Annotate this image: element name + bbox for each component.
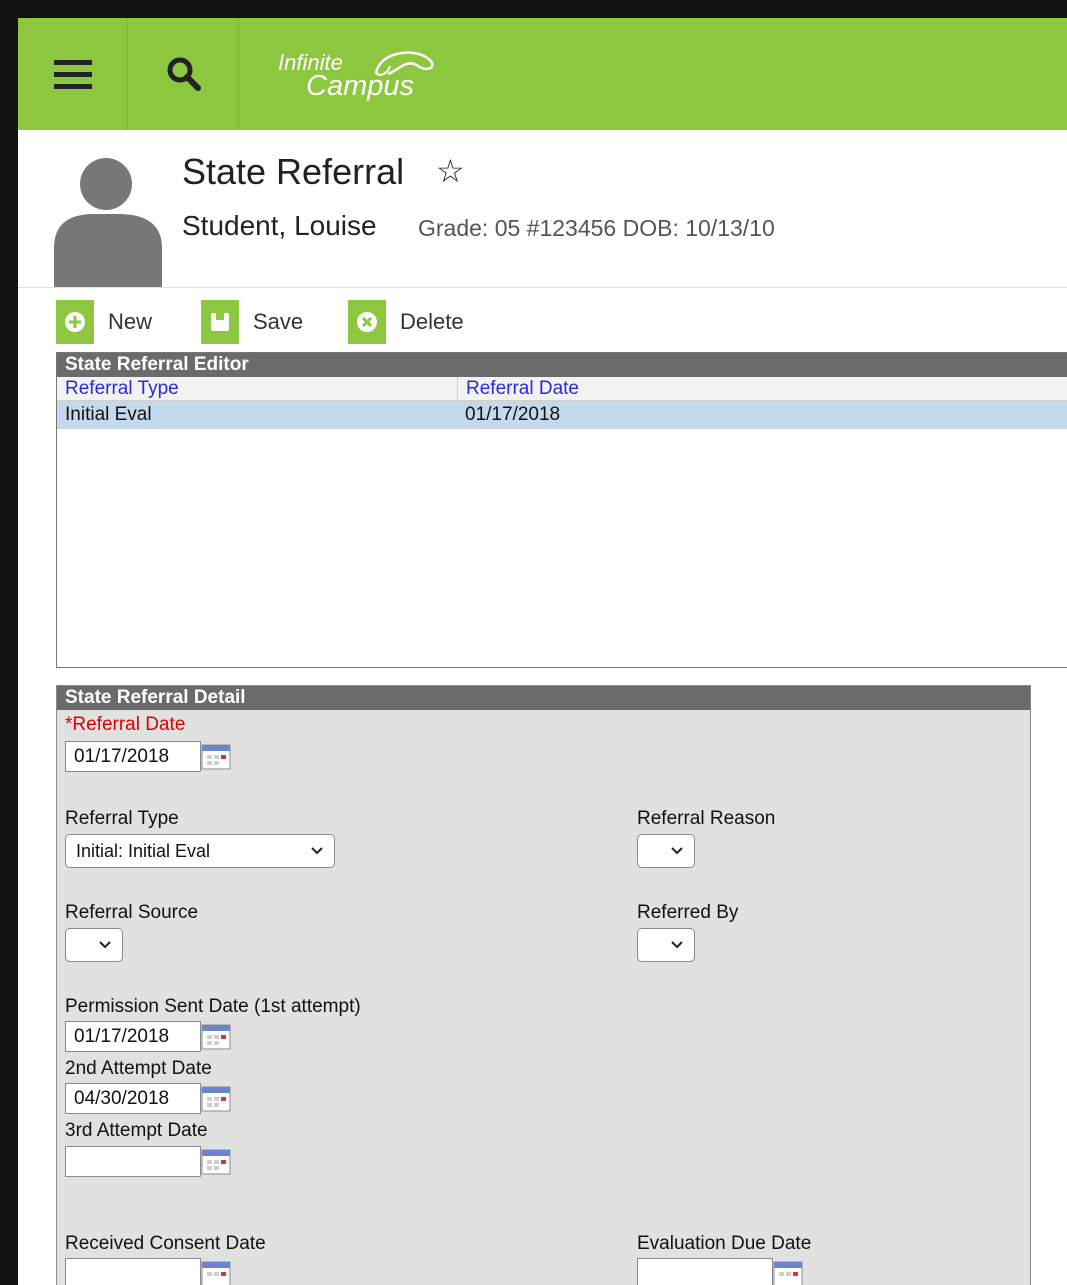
column-referral-type[interactable]: Referral Type <box>65 377 179 401</box>
delete-button[interactable]: Delete <box>348 300 464 344</box>
search-icon <box>167 57 201 91</box>
state-referral-detail: State Referral Detail *Referral Date 01/… <box>56 685 1031 1285</box>
referral-date-label: *Referral Date <box>65 714 186 735</box>
referral-source-select[interactable] <box>65 928 123 962</box>
cell-referral-type: Initial Eval <box>65 404 152 425</box>
top-bar: Infinite Campus <box>18 18 1067 130</box>
referral-type-select[interactable]: Initial: Initial Eval <box>65 834 335 868</box>
search-button[interactable] <box>129 18 239 130</box>
evaluation-due-input[interactable] <box>637 1258 773 1285</box>
state-referral-editor: State Referral Editor Referral Type Refe… <box>56 352 1067 668</box>
chevron-down-icon <box>99 941 111 949</box>
favorite-star-icon[interactable]: ☆ <box>436 152 465 190</box>
referral-reason-label: Referral Reason <box>637 808 776 829</box>
chevron-down-icon <box>311 847 323 855</box>
referral-date-input[interactable]: 01/17/2018 <box>65 741 201 772</box>
logo-swirl-icon <box>374 51 434 76</box>
plus-circle-icon <box>56 300 94 344</box>
second-attempt-label: 2nd Attempt Date <box>65 1058 212 1079</box>
received-consent-input[interactable] <box>65 1258 201 1285</box>
referred-by-label: Referred By <box>637 902 739 923</box>
save-button[interactable]: Save <box>201 300 303 344</box>
calendar-icon[interactable] <box>773 1260 803 1285</box>
student-meta: Grade: 05 #123456 DOB: 10/13/10 <box>418 215 775 241</box>
referred-by-select[interactable] <box>637 928 695 962</box>
third-attempt-input[interactable] <box>65 1146 201 1177</box>
header-divider <box>18 287 1067 288</box>
editor-title: State Referral Editor <box>57 353 1067 377</box>
calendar-icon[interactable] <box>201 1260 231 1285</box>
infinite-campus-logo[interactable]: Infinite Campus <box>278 42 478 112</box>
calendar-icon[interactable] <box>201 1085 231 1113</box>
calendar-icon[interactable] <box>201 743 231 771</box>
permission-sent-label: Permission Sent Date (1st attempt) <box>65 996 361 1017</box>
referral-reason-select[interactable] <box>637 834 695 868</box>
received-consent-label: Received Consent Date <box>65 1233 266 1254</box>
third-attempt-label: 3rd Attempt Date <box>65 1120 208 1141</box>
menu-button[interactable] <box>18 18 128 130</box>
app-frame: Infinite Campus State Referral ☆ Student… <box>18 18 1067 1285</box>
calendar-icon[interactable] <box>201 1148 231 1176</box>
chevron-down-icon <box>671 847 683 855</box>
avatar <box>54 158 162 287</box>
floppy-disk-icon <box>201 300 239 344</box>
new-button[interactable]: New <box>56 300 152 344</box>
evaluation-due-label: Evaluation Due Date <box>637 1233 812 1254</box>
table-row[interactable]: Initial Eval 01/17/2018 <box>57 401 1067 429</box>
detail-title: State Referral Detail <box>57 686 1030 710</box>
referral-type-label: Referral Type <box>65 808 179 829</box>
page-title: State Referral <box>182 151 405 192</box>
student-name: Student, Louise <box>182 210 377 241</box>
hamburger-icon <box>53 60 92 89</box>
referral-source-label: Referral Source <box>65 902 199 923</box>
chevron-down-icon <box>671 941 683 949</box>
calendar-icon[interactable] <box>201 1023 231 1051</box>
editor-grid-header: Referral Type Referral Date <box>57 377 1067 401</box>
second-attempt-input[interactable]: 04/30/2018 <box>65 1083 201 1114</box>
cell-referral-date: 01/17/2018 <box>465 404 561 425</box>
delete-circle-icon <box>348 300 386 344</box>
permission-sent-input[interactable]: 01/17/2018 <box>65 1021 201 1052</box>
column-referral-date[interactable]: Referral Date <box>457 377 579 401</box>
